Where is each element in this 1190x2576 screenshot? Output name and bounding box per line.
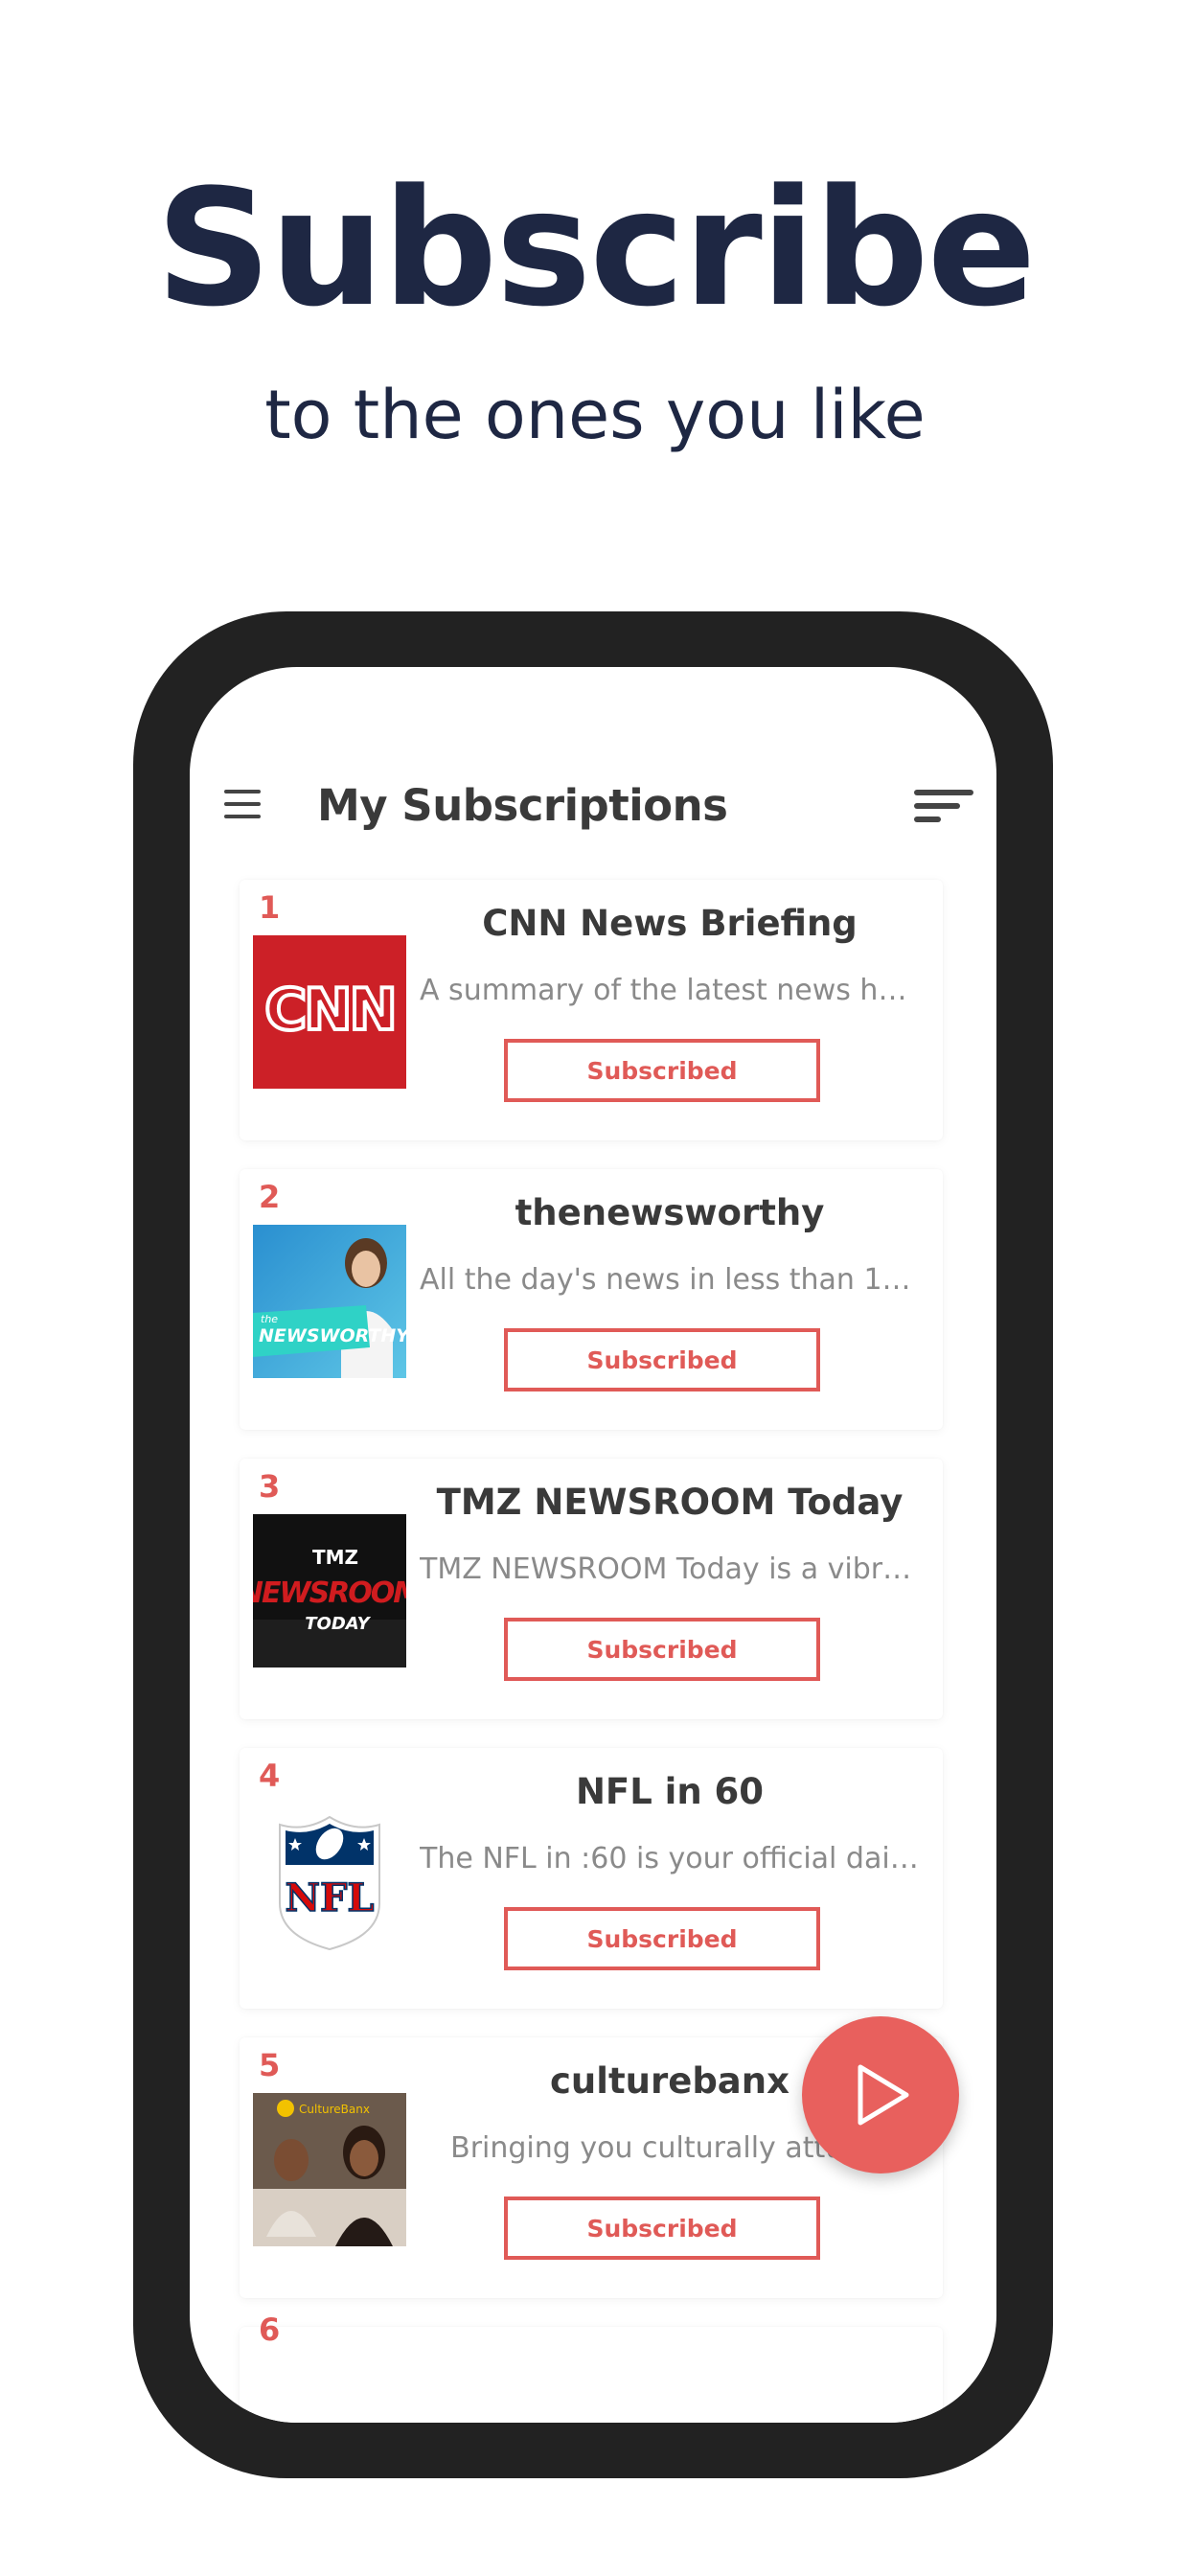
svg-text:NEWSROOM: NEWSROOM [253, 1576, 406, 1610]
rank-number: 3 [259, 1468, 281, 1505]
sort-icon[interactable] [914, 788, 973, 826]
subscribed-button[interactable]: Subscribed [504, 1907, 820, 1970]
app-bar: My Subscriptions [190, 667, 996, 878]
podcast-description: The NFL in :60 is your official daily ..… [420, 1842, 920, 1875]
podcast-description: TMZ NEWSROOM Today is a vibran... [420, 1552, 920, 1586]
rank-number: 5 [259, 2047, 281, 2083]
subscribed-button[interactable]: Subscribed [504, 1618, 820, 1681]
hamburger-menu-icon[interactable] [224, 790, 261, 820]
subscription-card[interactable]: 3 TMZ NEWSROOM TODAY TMZ NEWSROOM Today … [240, 1459, 943, 1719]
podcast-thumbnail: CNN [253, 935, 406, 1089]
svg-text:NEWSWORTHY: NEWSWORTHY [259, 1325, 406, 1346]
svg-text:TMZ: TMZ [312, 1546, 358, 1569]
podcast-thumbnail: NFL [253, 1804, 406, 1957]
hero-title: Subscribe [155, 154, 1036, 342]
rank-number: 1 [259, 889, 281, 926]
podcast-title: TMZ NEWSROOM Today [436, 1482, 904, 1523]
rank-number: 4 [259, 1758, 281, 1794]
tmz-artwork: TMZ NEWSROOM TODAY [253, 1514, 406, 1668]
subscribed-button[interactable]: Subscribed [504, 2196, 820, 2260]
play-icon [858, 2064, 909, 2126]
newsworthy-artwork: the NEWSWORTHY [253, 1225, 406, 1378]
podcast-thumbnail: TMZ NEWSROOM TODAY [253, 1514, 406, 1668]
subscription-card[interactable]: 1 CNN CNN News Briefing A summary of the… [240, 880, 943, 1140]
svg-text:CultureBanx: CultureBanx [299, 2103, 370, 2116]
play-fab-button[interactable] [802, 2016, 959, 2174]
podcast-description: All the day's news in less than 10 ... [420, 1263, 920, 1297]
hero-subtitle: to the ones you like [264, 376, 926, 454]
subscribed-button[interactable]: Subscribed [504, 1039, 820, 1102]
subscription-card[interactable]: 2 the NEWSWORTHY thenewsworthy All the d… [240, 1169, 943, 1430]
svg-text:CNN: CNN [264, 977, 394, 1044]
nfl-shield-logo: NFL [279, 1815, 380, 1951]
svg-text:TODAY: TODAY [305, 1614, 371, 1634]
subscribed-button[interactable]: Subscribed [504, 1328, 820, 1392]
rank-number: 2 [259, 1179, 281, 1215]
podcast-title: thenewsworthy [515, 1192, 825, 1233]
page-title: My Subscriptions [317, 780, 728, 831]
rank-number: 6 [259, 2312, 281, 2348]
podcast-title: CNN News Briefing [482, 903, 858, 944]
svg-text:NFL: NFL [285, 1875, 374, 1920]
subscription-card-partial[interactable] [240, 2327, 943, 2423]
culturebanx-artwork: CultureBanx [253, 2093, 406, 2246]
svg-text:the: the [261, 1313, 278, 1325]
podcast-thumbnail: the NEWSWORTHY [253, 1225, 406, 1378]
subscription-card[interactable]: 4 NFL NFL in 60 The NFL in :60 is your o… [240, 1748, 943, 2009]
podcast-description: A summary of the latest news hea... [420, 974, 920, 1007]
cnn-logo: CNN [253, 935, 406, 1089]
phone-frame: My Subscriptions 1 CNN CNN News Briefing… [133, 611, 1053, 2478]
podcast-title: NFL in 60 [575, 1771, 765, 1812]
podcast-thumbnail: CultureBanx [253, 2093, 406, 2246]
